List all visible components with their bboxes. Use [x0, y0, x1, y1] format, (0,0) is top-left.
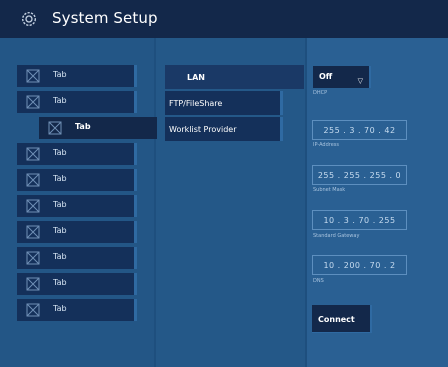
image-placeholder-icon	[25, 94, 41, 110]
tab-label: Tab	[53, 200, 67, 209]
left-tab-10[interactable]: Tab	[17, 299, 137, 321]
dhcp-dropdown[interactable]: Off ▽	[313, 66, 371, 88]
image-placeholder-icon	[25, 250, 41, 266]
ip-address-value: 255 . 3 . 70 . 42	[323, 126, 396, 135]
tab-label: Tab	[53, 226, 67, 235]
left-tab-3-active[interactable]: Tab	[39, 117, 157, 139]
tab-label: Tab	[53, 70, 67, 79]
image-placeholder-icon	[25, 302, 41, 318]
image-placeholder-icon	[25, 68, 41, 84]
subnet-mask-field[interactable]: 255 . 255 . 255 . 0	[312, 165, 407, 185]
left-tab-6[interactable]: Tab	[17, 195, 137, 217]
image-placeholder-icon	[25, 224, 41, 240]
tab-label: Tab	[53, 174, 67, 183]
tab-label: Tab	[53, 148, 67, 157]
tab-label: Tab	[53, 278, 67, 287]
dhcp-value: Off	[319, 72, 333, 81]
connect-label: Connect	[318, 315, 355, 324]
dropdown-arrow-icon: ▽	[357, 77, 363, 85]
ip-address-field[interactable]: 255 . 3 . 70 . 42	[312, 120, 407, 140]
subnet-mask-value: 255 . 255 . 255 . 0	[317, 171, 402, 180]
tab-worklist-provider[interactable]: Worklist Provider	[165, 117, 283, 141]
left-tab-9[interactable]: Tab	[17, 273, 137, 295]
tab-label: Tab	[53, 304, 67, 313]
tab-lan[interactable]: LAN	[165, 65, 304, 89]
tab-label: Tab	[53, 252, 67, 261]
connect-button[interactable]: Connect	[312, 305, 372, 333]
left-tab-7[interactable]: Tab	[17, 221, 137, 243]
image-placeholder-icon	[25, 146, 41, 162]
subnet-mask-label: Subnet Mask	[313, 187, 346, 193]
tab-ftp-fileshare[interactable]: FTP/FileShare	[165, 91, 283, 115]
left-tab-2[interactable]: Tab	[17, 91, 137, 113]
image-placeholder-icon	[25, 198, 41, 214]
standard-gateway-value: 10 . 3 . 70 . 255	[323, 216, 396, 225]
left-tab-1[interactable]: Tab	[17, 65, 137, 87]
tab-ftp-label: FTP/FileShare	[169, 98, 223, 108]
left-tab-4[interactable]: Tab	[17, 143, 137, 165]
tab-worklist-label: Worklist Provider	[169, 124, 237, 134]
standard-gateway-field[interactable]: 10 . 3 . 70 . 255	[312, 210, 407, 230]
dns-field[interactable]: 10 . 200 . 70 . 2	[312, 255, 407, 275]
dns-label: DNS	[313, 278, 324, 284]
dhcp-label: DHCP	[313, 90, 328, 96]
image-placeholder-icon	[25, 172, 41, 188]
image-placeholder-icon	[25, 276, 41, 292]
tab-label: Tab	[75, 122, 91, 131]
tab-lan-label: LAN	[187, 72, 205, 82]
left-tab-8[interactable]: Tab	[17, 247, 137, 269]
tab-label: Tab	[53, 96, 67, 105]
standard-gateway-label: Standard Gateway	[313, 233, 360, 239]
title-bar: System Setup	[0, 0, 448, 38]
left-tab-5[interactable]: Tab	[17, 169, 137, 191]
dns-value: 10 . 200 . 70 . 2	[323, 261, 396, 270]
image-placeholder-icon	[47, 120, 63, 136]
window-title: System Setup	[52, 9, 158, 27]
gear-icon	[20, 10, 38, 28]
ip-address-label: IP-Address	[313, 142, 339, 148]
